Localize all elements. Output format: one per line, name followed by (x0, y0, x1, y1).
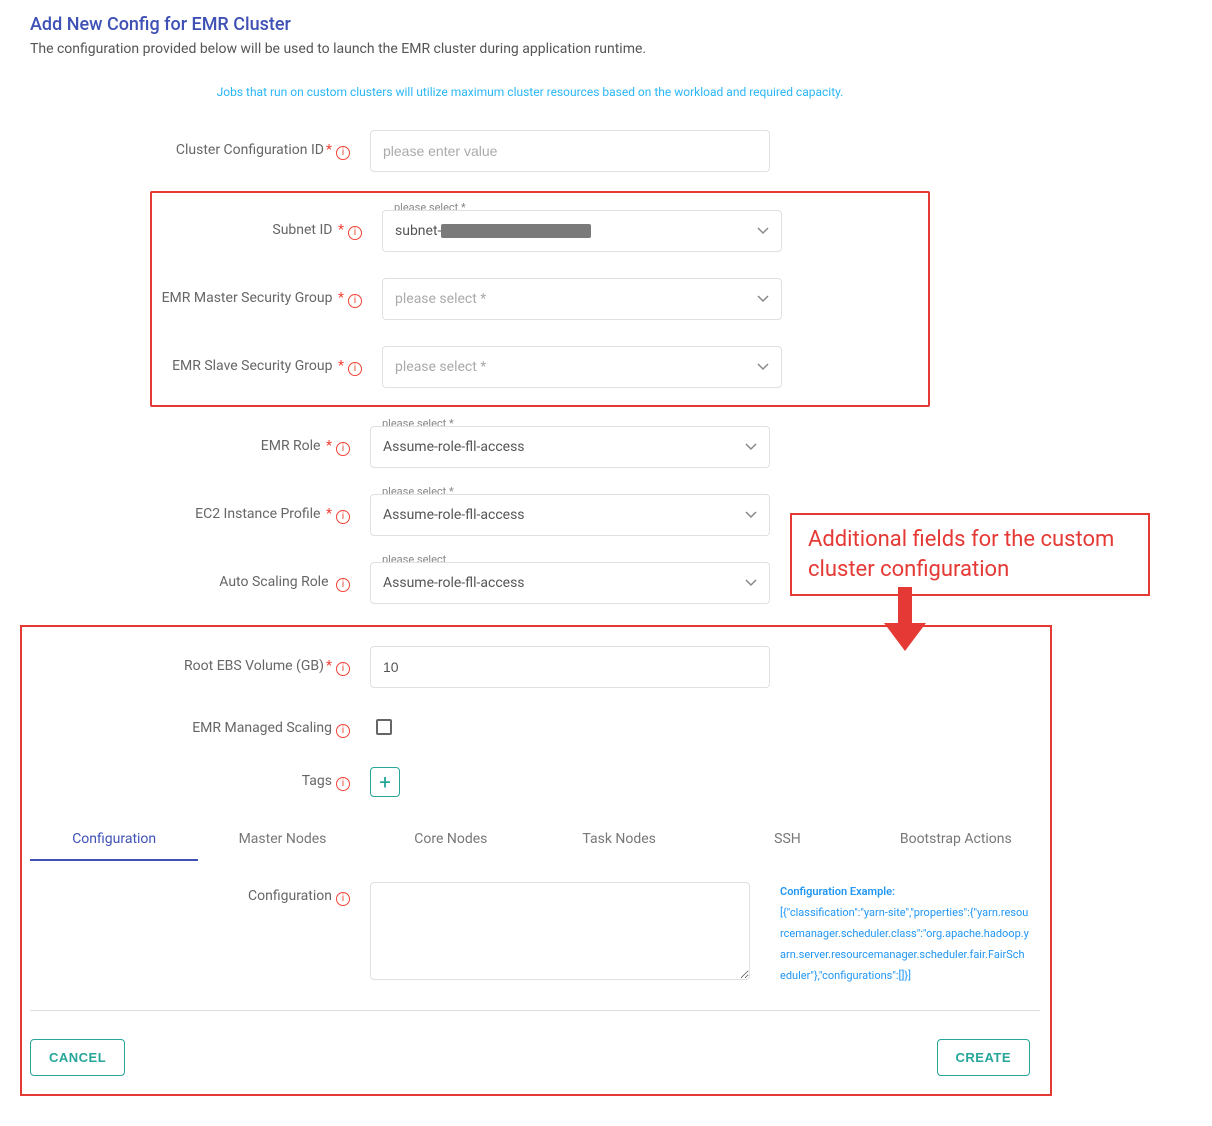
row-cluster-config-id: Cluster Configuration ID*i (30, 117, 1182, 185)
config-tabs: Configuration Master Nodes Core Nodes Ta… (30, 819, 1040, 862)
info-icon[interactable]: i (336, 578, 350, 592)
redacted-value (441, 224, 591, 238)
create-button[interactable]: CREATE (937, 1039, 1030, 1076)
workload-notice: Jobs that run on custom clusters will ut… (140, 85, 920, 117)
cancel-button[interactable]: CANCEL (30, 1039, 125, 1076)
root-ebs-input[interactable] (370, 646, 770, 688)
row-emr-managed-scaling: EMR Managed Scalingi (30, 701, 1042, 757)
info-icon[interactable]: i (336, 724, 350, 738)
page-title: Add New Config for EMR Cluster (30, 14, 1182, 35)
label-subnet-id: Subnet ID *i (42, 222, 382, 240)
chevron-down-icon (757, 227, 769, 235)
info-icon[interactable]: i (348, 226, 362, 240)
row-configuration: Configurationi Configuration Example: [{… (30, 862, 1040, 1011)
emr-role-select[interactable]: Assume-role-fll-access (370, 426, 770, 468)
required-marker: * (326, 658, 332, 674)
add-tag-button[interactable]: + (370, 767, 400, 797)
subnet-value-prefix: subnet- (395, 223, 441, 239)
info-icon[interactable]: i (336, 662, 350, 676)
info-icon[interactable]: i (336, 892, 350, 906)
label-cluster-config-id: Cluster Configuration ID*i (30, 142, 370, 160)
tab-master-nodes[interactable]: Master Nodes (198, 819, 366, 861)
chevron-down-icon (745, 511, 757, 519)
auto-scaling-role-select[interactable]: Assume-role-fll-access (370, 562, 770, 604)
ec2-profile-select[interactable]: Assume-role-fll-access (370, 494, 770, 536)
highlight-network-group: Subnet ID *i please select * subnet- EMR… (150, 191, 930, 407)
label-emr-master-sg: EMR Master Security Group *i (42, 290, 382, 308)
subnet-id-select[interactable]: subnet- (382, 210, 782, 252)
label-emr-slave-sg: EMR Slave Security Group *i (42, 358, 382, 376)
required-marker: * (326, 142, 332, 158)
info-icon[interactable]: i (336, 777, 350, 791)
configuration-example: Configuration Example: [{"classification… (780, 882, 1030, 986)
chevron-down-icon (745, 443, 757, 451)
label-configuration: Configurationi (30, 882, 370, 906)
label-auto-scaling-role: Auto Scaling Role i (30, 574, 370, 592)
tab-task-nodes[interactable]: Task Nodes (535, 819, 703, 861)
configuration-textarea[interactable] (370, 882, 750, 980)
tab-core-nodes[interactable]: Core Nodes (367, 819, 535, 861)
chevron-down-icon (757, 363, 769, 371)
row-emr-role: EMR Role *i please select * Assume-role-… (30, 413, 1182, 481)
annotation-callout: Additional fields for the custom cluster… (790, 513, 1150, 596)
tab-bootstrap-actions[interactable]: Bootstrap Actions (872, 819, 1040, 861)
info-icon[interactable]: i (348, 294, 362, 308)
info-icon[interactable]: i (336, 146, 350, 160)
required-marker: * (338, 358, 344, 374)
example-body: [{"classification":"yarn-site","properti… (780, 903, 1030, 987)
tab-configuration[interactable]: Configuration (30, 819, 198, 861)
form-buttons: CANCEL CREATE (30, 1039, 1030, 1076)
label-emr-managed-scaling: EMR Managed Scalingi (30, 720, 370, 738)
row-subnet-id: Subnet ID *i please select * subnet- (42, 197, 928, 265)
row-root-ebs: Root EBS Volume (GB)*i (30, 633, 1042, 701)
emr-slave-sg-select[interactable]: please select * (382, 346, 782, 388)
row-emr-master-sg: EMR Master Security Group *i please sele… (42, 265, 928, 333)
label-ec2-profile: EC2 Instance Profile *i (30, 506, 370, 524)
emr-master-sg-select[interactable]: please select * (382, 278, 782, 320)
tab-ssh[interactable]: SSH (703, 819, 871, 861)
label-tags: Tagsi (30, 773, 370, 791)
example-header: Configuration Example: (780, 882, 1030, 903)
emr-managed-scaling-checkbox[interactable] (376, 719, 392, 735)
chevron-down-icon (757, 295, 769, 303)
required-marker: * (326, 506, 332, 522)
row-tags: Tagsi + (30, 757, 1042, 807)
page-subtitle: The configuration provided below will be… (30, 41, 1182, 57)
label-root-ebs: Root EBS Volume (GB)*i (30, 658, 370, 676)
info-icon[interactable]: i (336, 442, 350, 456)
highlight-additional-fields: Root EBS Volume (GB)*i EMR Managed Scali… (20, 625, 1052, 1096)
info-icon[interactable]: i (336, 510, 350, 524)
required-marker: * (338, 222, 344, 238)
row-emr-slave-sg: EMR Slave Security Group *i please selec… (42, 333, 928, 401)
required-marker: * (338, 290, 344, 306)
chevron-down-icon (745, 579, 757, 587)
cluster-config-id-input[interactable] (370, 130, 770, 172)
required-marker: * (326, 438, 332, 454)
label-emr-role: EMR Role *i (30, 438, 370, 456)
info-icon[interactable]: i (348, 362, 362, 376)
